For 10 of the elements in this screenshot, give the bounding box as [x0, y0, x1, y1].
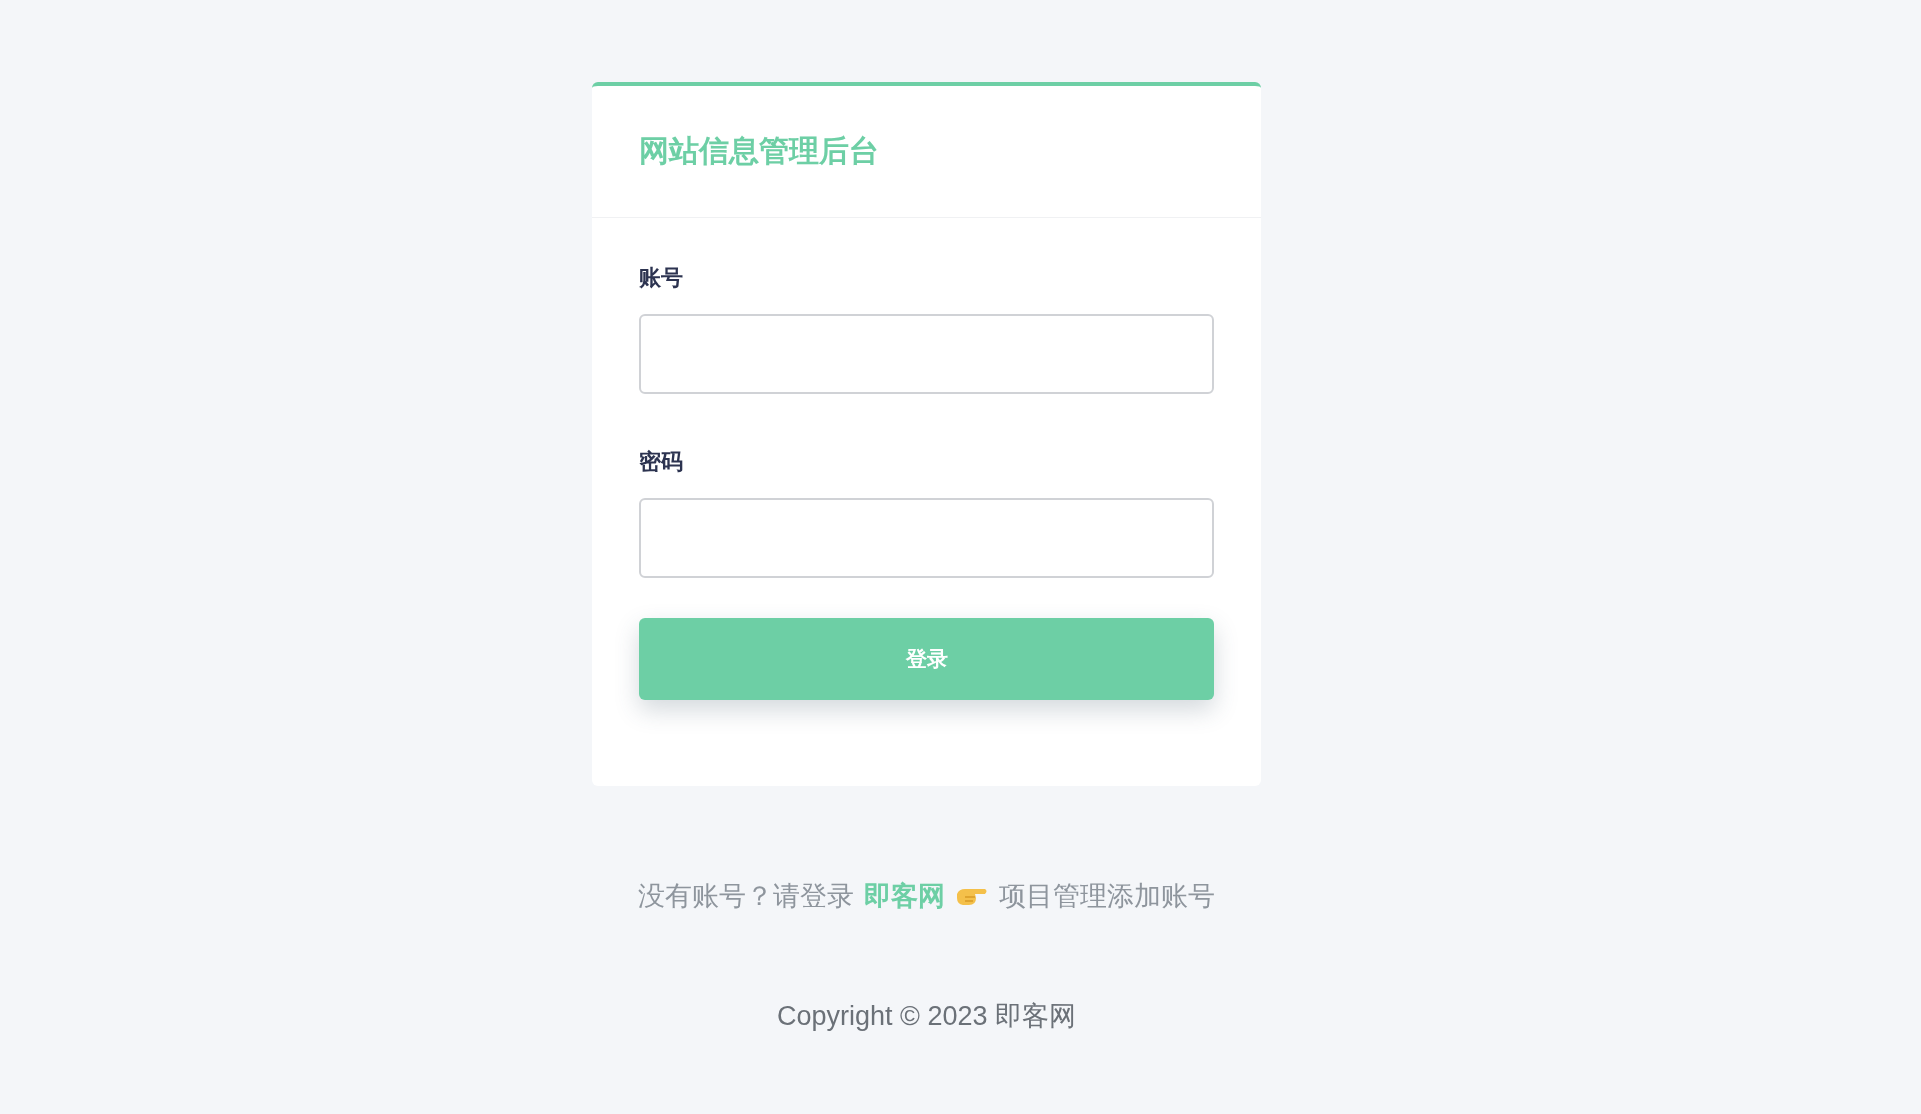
field-label: 密码	[639, 448, 684, 476]
hint-text: 项目管理添加账号	[999, 880, 1215, 913]
field-label: 账号	[639, 264, 684, 292]
input-field[interactable]	[639, 314, 1214, 394]
card-title: 网站信息管理后台	[639, 133, 879, 169]
copyright-text: Copyright © 2023 即客网	[777, 1000, 1076, 1033]
login-button[interactable]: 登录	[639, 618, 1214, 700]
hint-text: 没有账号？请登录	[638, 880, 854, 913]
site-link[interactable]: 即客网	[864, 878, 945, 914]
input-field[interactable]	[639, 498, 1214, 578]
